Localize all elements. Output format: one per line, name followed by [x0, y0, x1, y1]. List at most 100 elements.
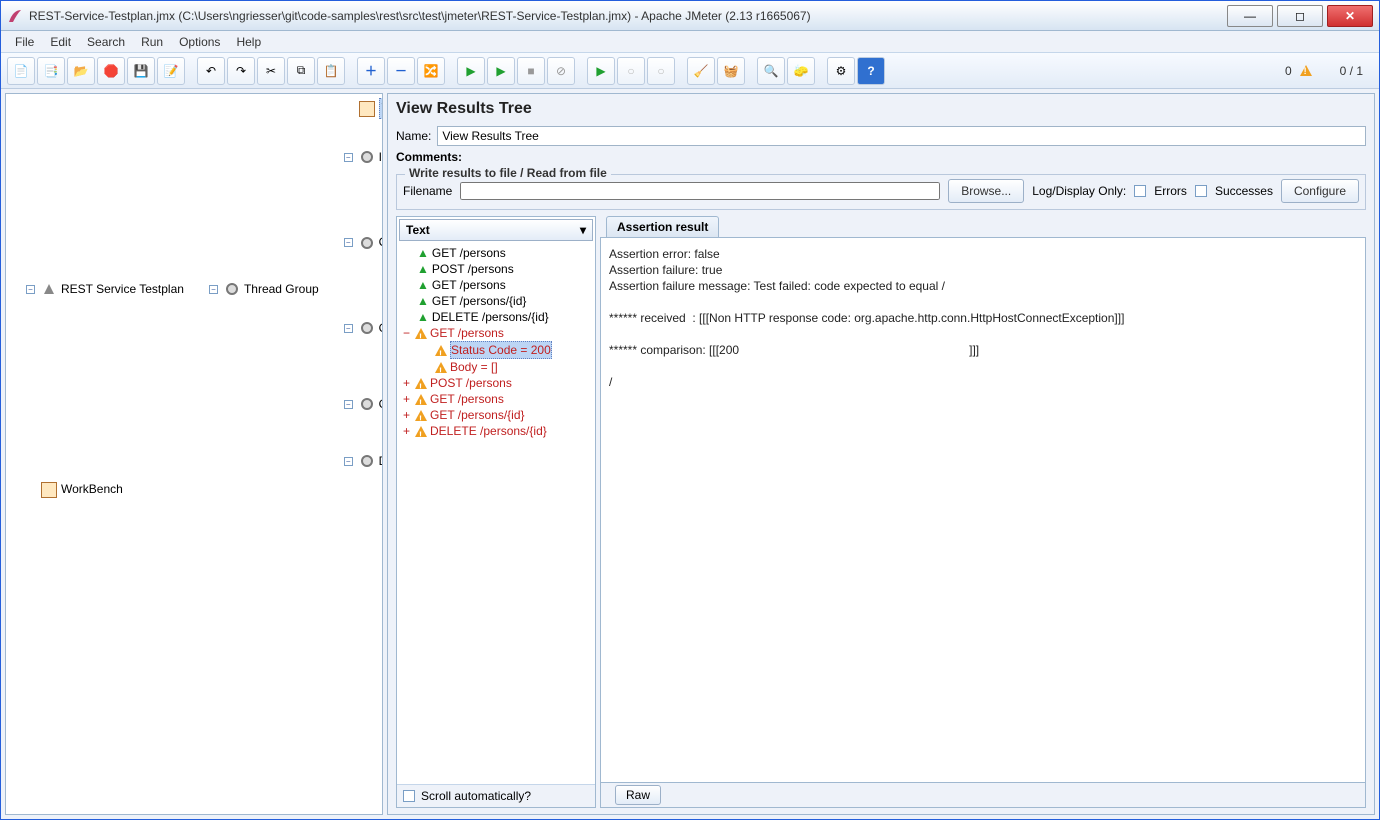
status-left: 0 [1285, 64, 1292, 78]
tree-initial-get-all[interactable]: −Initial get all [342, 148, 383, 167]
start-no-timer-icon[interactable]: ▶ [487, 57, 515, 85]
groupbox-legend: Write results to file / Read from file [405, 166, 611, 180]
successes-checkbox[interactable] [1195, 185, 1207, 197]
expand-icon[interactable]: ＋ [357, 57, 385, 85]
result-row[interactable]: + POST /persons [399, 375, 593, 391]
warning-icon [1300, 65, 1312, 76]
menu-bar: File Edit Search Run Options Help [1, 31, 1379, 53]
result-row[interactable]: ▲ GET /persons/{id} [399, 293, 593, 309]
renderer-dropdown[interactable]: Text▾ [399, 219, 593, 241]
menu-edit[interactable]: Edit [44, 33, 77, 51]
title-bar: REST-Service-Testplan.jmx (C:\Users\ngri… [1, 1, 1379, 31]
tree-testplan[interactable]: −REST Service Testplan [24, 280, 186, 299]
warn-icon [415, 410, 427, 421]
menu-search[interactable]: Search [81, 33, 131, 51]
shutdown-icon[interactable]: ⊘ [547, 57, 575, 85]
copy-icon[interactable]: ⧉ [287, 57, 315, 85]
name-input[interactable] [437, 126, 1366, 146]
gear-icon [361, 398, 373, 410]
collapse-icon[interactable]: － [387, 57, 415, 85]
toolbar-status: 0 0 / 1 [1285, 64, 1373, 78]
configure-button[interactable]: Configure [1281, 179, 1359, 203]
close-icon[interactable]: 🛑 [97, 57, 125, 85]
help-icon[interactable]: ? [857, 57, 885, 85]
open-icon[interactable]: 📂 [67, 57, 95, 85]
clear-all-icon[interactable]: 🧺 [717, 57, 745, 85]
chevron-down-icon: ▾ [580, 223, 586, 237]
result-row[interactable]: + GET /persons/{id} [399, 407, 593, 423]
templates-icon[interactable]: 📑 [37, 57, 65, 85]
tree-get-after[interactable]: −Get after create [342, 395, 383, 414]
result-row[interactable]: ▲ DELETE /persons/{id} [399, 309, 593, 325]
reset-search-icon[interactable]: 🧽 [787, 57, 815, 85]
result-row[interactable]: ▲ GET /persons [399, 245, 593, 261]
new-icon[interactable]: 📄 [7, 57, 35, 85]
clipboard-icon [41, 482, 57, 498]
results-tree[interactable]: ▲ GET /persons▲ POST /persons▲ GET /pers… [397, 243, 595, 784]
errors-label: Errors [1154, 184, 1187, 198]
ok-icon: ▲ [417, 277, 429, 293]
flask-icon [44, 284, 54, 294]
result-row[interactable]: ▲ GET /persons [399, 277, 593, 293]
close-button[interactable]: ✕ [1327, 5, 1373, 27]
warn-icon [435, 362, 447, 373]
name-label: Name: [396, 129, 431, 143]
result-tabbar: Assertion result [600, 216, 1366, 238]
result-row[interactable]: + DELETE /persons/{id} [399, 423, 593, 439]
clear-icon[interactable]: 🧹 [687, 57, 715, 85]
warn-icon [415, 378, 427, 389]
result-row[interactable]: ▲ POST /persons [399, 261, 593, 277]
save-icon[interactable]: 💾 [127, 57, 155, 85]
remote-start-icon[interactable]: ▶ [587, 57, 615, 85]
scroll-auto-checkbox[interactable] [403, 790, 415, 802]
assertion-detail[interactable]: Assertion error: false Assertion failure… [600, 238, 1366, 783]
tree-create[interactable]: −Create [342, 233, 383, 252]
redo-icon[interactable]: ↷ [227, 57, 255, 85]
result-row[interactable]: Status Code = 200 [399, 341, 593, 359]
maximize-button[interactable]: ◻ [1277, 5, 1323, 27]
tree-view-results[interactable]: View Results Tree [342, 98, 383, 119]
menu-run[interactable]: Run [135, 33, 169, 51]
result-row[interactable]: + GET /persons [399, 391, 593, 407]
save-as-icon[interactable]: 📝 [157, 57, 185, 85]
minimize-button[interactable]: — [1227, 5, 1273, 27]
tree-delete[interactable]: −Delete [342, 452, 383, 471]
filename-input[interactable] [460, 182, 940, 200]
remote-stop-icon[interactable]: ○ [617, 57, 645, 85]
undo-icon[interactable]: ↶ [197, 57, 225, 85]
cut-icon[interactable]: ✂ [257, 57, 285, 85]
menu-options[interactable]: Options [173, 33, 226, 51]
test-plan-tree[interactable]: −REST Service Testplan −Thread Group Vie… [5, 93, 383, 815]
raw-button[interactable]: Raw [615, 785, 661, 805]
tab-assertion-result[interactable]: Assertion result [606, 216, 719, 237]
results-area: Text▾ ▲ GET /persons▲ POST /persons▲ GET… [396, 216, 1366, 808]
tree-thread-group[interactable]: −Thread Group [207, 280, 321, 299]
errors-checkbox[interactable] [1134, 185, 1146, 197]
paste-icon[interactable]: 📋 [317, 57, 345, 85]
details-panel: View Results Tree Name: Comments: Write … [387, 93, 1375, 815]
toggle-icon[interactable]: 🔀 [417, 57, 445, 85]
browse-button[interactable]: Browse... [948, 179, 1024, 203]
menu-file[interactable]: File [9, 33, 40, 51]
tree-get-all-after[interactable]: −Get all after create [342, 319, 383, 338]
tree-workbench[interactable]: WorkBench [24, 480, 125, 499]
main-body: −REST Service Testplan −Thread Group Vie… [1, 89, 1379, 819]
gear-icon [361, 237, 373, 249]
comments-label: Comments: [396, 150, 462, 164]
stop-icon[interactable]: ■ [517, 57, 545, 85]
warn-icon [415, 328, 427, 339]
ok-icon: ▲ [417, 309, 429, 325]
menu-help[interactable]: Help [230, 33, 267, 51]
find-icon[interactable]: 🔍 [757, 57, 785, 85]
result-row[interactable]: Body = [] [399, 359, 593, 375]
file-groupbox: Write results to file / Read from file F… [396, 174, 1366, 210]
warn-icon [415, 394, 427, 405]
remote-shutdown-icon[interactable]: ○ [647, 57, 675, 85]
ok-icon: ▲ [417, 261, 429, 277]
start-icon[interactable]: ▶ [457, 57, 485, 85]
function-helper-icon[interactable]: ⚙ [827, 57, 855, 85]
clipboard-icon [359, 101, 375, 117]
status-right: 0 / 1 [1340, 64, 1363, 78]
result-row[interactable]: − GET /persons [399, 325, 593, 341]
gear-icon [361, 455, 373, 467]
